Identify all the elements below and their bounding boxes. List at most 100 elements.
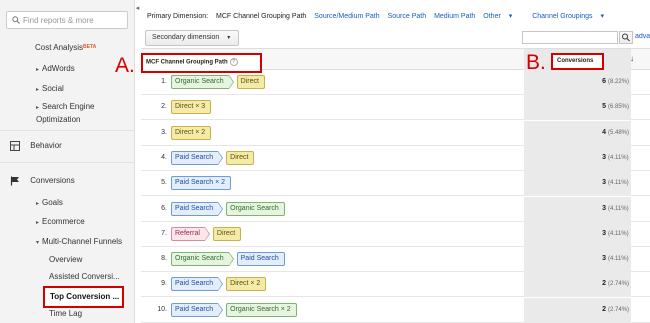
channel-chip-organic[interactable]: Organic Search [171, 252, 234, 267]
channel-chip-direct[interactable]: Direct [226, 150, 255, 165]
conversion-path: Referral Direct [171, 226, 242, 241]
help-icon[interactable]: ? [229, 58, 238, 66]
sidebar-item-social[interactable]: ▸ Social [0, 83, 134, 96]
search-icon [622, 33, 630, 42]
conversions-value: 3 [602, 255, 606, 263]
dimension-other-dropdown[interactable]: Other ▾ [483, 13, 518, 20]
sort-descending-icon[interactable]: ↓ [630, 54, 634, 63]
channel-chip-direct[interactable]: Direct × 2 [226, 277, 267, 292]
channel-chip-organic[interactable]: Organic Search [171, 75, 234, 89]
column-header-path-label: MCF Channel Grouping Path [146, 59, 228, 66]
row-index: 8. [161, 255, 167, 263]
sidebar-item-label: Assisted Conversi... [49, 272, 120, 281]
conversions-value: 2 [602, 280, 606, 288]
beta-badge: BETA [83, 44, 97, 50]
chevron-down-icon: ▾ [600, 13, 605, 20]
conversion-path: Direct × 3 [171, 100, 212, 115]
sidebar-item-time-lag[interactable]: Time Lag [0, 308, 134, 319]
sidebar-item-cost-analysis[interactable]: Cost AnalysisBETA [0, 42, 134, 53]
channel-chip-paid[interactable]: Paid Search [236, 252, 285, 267]
row-index: 7. [161, 229, 167, 237]
channel-groupings-dropdown[interactable]: Channel Groupings ▾ [532, 13, 610, 20]
table-row: 10. Paid Search Organic Search × 2 2 (2.74%) [141, 297, 650, 323]
conversions-value: 3 [602, 229, 606, 237]
dimension-medium-path[interactable]: Medium Path [434, 13, 475, 20]
row-index: 9. [161, 280, 167, 288]
table-header: MCF Channel Grouping Path? Conversions ↓… [115, 48, 650, 77]
sidebar-item-seo[interactable]: ▸ Search Engine Optimization [0, 101, 100, 125]
channel-chip-organic[interactable]: Organic Search [226, 201, 285, 216]
conversions-value: 3 [602, 179, 606, 187]
channel-chip-paid[interactable]: Paid Search [171, 302, 224, 317]
channel-chip-organic[interactable]: Organic Search × 2 [226, 302, 297, 317]
dimension-mcf-channel-grouping-path[interactable]: MCF Channel Grouping Path [216, 13, 306, 20]
channel-chip-referral[interactable]: Referral [171, 226, 210, 241]
sidebar-item-label: Time Lag [49, 309, 83, 318]
sidebar-item-label: Ecommerce [42, 217, 85, 226]
sidebar-item-overview[interactable]: Overview [0, 254, 134, 265]
sidebar-item-top-conversion-paths[interactable]: Top Conversion ... [43, 286, 124, 308]
conversions-percent: (8.22%) [608, 79, 630, 85]
table-row: 2. Direct × 3 5 (6.85%) [141, 95, 650, 121]
column-header-conversions[interactable]: Conversions [551, 53, 604, 70]
conversions-value: 3 [602, 204, 606, 212]
secondary-dimension-label: Secondary dimension [152, 34, 220, 41]
conversions-percent: (4.11%) [608, 154, 629, 161]
sidebar-item-label: AdWords [42, 64, 75, 73]
column-header-conversions-label: Conversions [557, 58, 594, 64]
primary-dimension-prefix: Primary Dimension: [147, 13, 209, 20]
conversions-percent: (4.11%) [608, 180, 629, 187]
channel-chip-direct[interactable]: Direct × 3 [171, 100, 212, 115]
dimension-source-medium-path[interactable]: Source/Medium Path [314, 13, 379, 20]
chevron-down-icon: ▾ [508, 13, 513, 20]
conversions-percent: (6.85%) [608, 104, 630, 111]
main-content: Primary Dimension: MCF Channel Grouping … [115, 0, 650, 323]
secondary-dimension-dropdown[interactable]: Secondary dimension ▾ [145, 30, 239, 46]
channel-chip-paid[interactable]: Paid Search [171, 277, 224, 292]
row-index: 1. [161, 78, 167, 85]
sidebar-item-label: Goals [42, 198, 63, 207]
search-icon [12, 16, 20, 24]
conversions-percent: (4.11%) [608, 256, 629, 263]
row-index: 4. [161, 153, 167, 161]
sidebar-item-label: Cost Analysis [35, 43, 84, 52]
channel-chip-paid[interactable]: Paid Search × 2 [171, 176, 232, 191]
channel-chip-direct[interactable]: Direct × 2 [171, 125, 212, 140]
chevron-down-icon: ▾ [227, 35, 231, 41]
report-search-input[interactable] [23, 14, 127, 26]
channel-chip-direct[interactable]: Direct [212, 226, 242, 241]
sidebar-item-label: Overview [49, 255, 83, 264]
row-index: 5. [161, 179, 167, 187]
sidebar-item-adwords[interactable]: ▸ AdWords [0, 63, 134, 76]
divider [0, 130, 134, 131]
conversion-path: Direct × 2 [171, 125, 212, 140]
channel-chip-direct[interactable]: Direct [236, 75, 265, 89]
conversion-path: Paid Search × 2 [171, 176, 232, 191]
row-index: 6. [161, 204, 167, 212]
sidebar-item-ecommerce[interactable]: ▸ Ecommerce [0, 216, 134, 229]
row-index: 10. [157, 305, 167, 313]
conversion-path: Paid Search Organic Search [171, 201, 285, 216]
sidebar-item-label: Social [42, 84, 64, 93]
table-row: 8. Organic Search Paid Search 3 (4.11%) [141, 247, 650, 273]
table-search-input[interactable] [522, 31, 618, 44]
collapse-sidebar-button[interactable]: ◂ [134, 3, 141, 15]
flag-icon [10, 176, 19, 186]
conversions-percent: (4.11%) [608, 230, 629, 237]
table-row: 3. Direct × 2 4 (5.48%) [141, 120, 650, 146]
dimension-source-path[interactable]: Source Path [388, 13, 427, 20]
sidebar-item-conversions[interactable]: Conversions [0, 175, 134, 186]
table-search-button[interactable] [619, 31, 633, 44]
report-search-box[interactable] [6, 11, 128, 29]
table-row: 1. Organic Search Direct 6 (8.22%) [141, 70, 650, 95]
sidebar-item-behavior[interactable]: Behavior [0, 140, 134, 151]
row-index: 2. [161, 103, 167, 111]
channel-chip-paid[interactable]: Paid Search [171, 150, 224, 165]
sidebar-item-goals[interactable]: ▸ Goals [0, 197, 134, 210]
channel-chip-paid[interactable]: Paid Search [171, 201, 224, 216]
divider [0, 162, 134, 163]
table-row: 9. Paid Search Direct × 2 2 (2.74%) [141, 272, 650, 298]
sidebar-item-assisted-conversions[interactable]: Assisted Conversi... [0, 271, 134, 282]
sidebar-item-mcf[interactable]: ▾ Multi-Channel Funnels [0, 236, 134, 249]
advanced-link[interactable]: adva [635, 33, 650, 40]
